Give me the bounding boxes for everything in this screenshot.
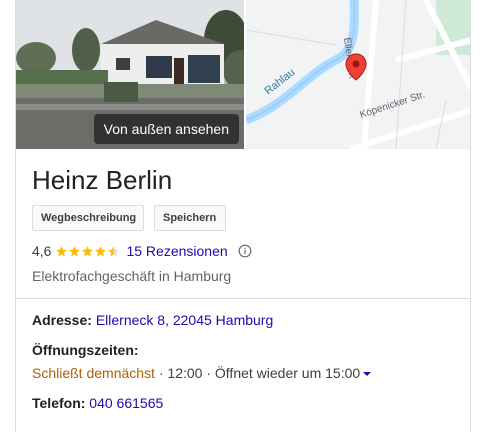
- half-star-icon: [108, 245, 120, 256]
- street-view-photo[interactable]: Von außen ansehen: [16, 0, 244, 149]
- phone-label: Telefon:: [32, 395, 86, 411]
- address-label: Adresse:: [32, 312, 92, 328]
- business-category: Elektrofachgeschäft in Hamburg: [32, 268, 232, 284]
- caret-down-icon: [363, 372, 372, 377]
- divider: [16, 298, 470, 299]
- hours-reopen-text: Öffnet wieder um 15:00: [214, 365, 361, 381]
- address-row: Adresse: Ellerneck 8, 22045 Hamburg: [32, 312, 273, 328]
- star-icon: [95, 245, 107, 256]
- rating-row: 4,6 15 Rezensionen: [32, 241, 252, 261]
- hours-close-time: 12:00: [167, 365, 203, 381]
- address-link[interactable]: Ellerneck 8, 22045 Hamburg: [96, 312, 273, 328]
- directions-button[interactable]: Wegbeschreibung: [32, 205, 144, 231]
- star-icon: [69, 245, 81, 256]
- rating-value: 4,6: [32, 243, 52, 259]
- knowledge-panel: Von außen ansehen Rahlau Köpenicker Str.…: [15, 0, 471, 432]
- business-name: Heinz Berlin: [32, 165, 173, 195]
- star-rating: [55, 245, 120, 258]
- hours-reopen-dropdown[interactable]: Öffnet wieder um 15:00: [214, 365, 372, 381]
- reviews-link[interactable]: 15 Rezensionen: [126, 243, 227, 259]
- hours-row: Schließt demnächst · 12:00 · Öffnet wied…: [32, 365, 372, 381]
- hours-separator: ·: [206, 365, 212, 381]
- phone-link[interactable]: 040 661565: [89, 395, 163, 411]
- view-outside-button[interactable]: Von außen ansehen: [93, 114, 239, 144]
- phone-row: Telefon: 040 661565: [32, 395, 163, 411]
- hours-status: Schließt demnächst: [32, 365, 155, 381]
- info-icon[interactable]: [238, 244, 252, 258]
- map-canvas: Rahlau Ellerneck Köpenicker Str.: [246, 0, 470, 149]
- star-icon: [82, 245, 94, 256]
- hours-separator: ·: [158, 365, 164, 381]
- map-thumbnail[interactable]: Rahlau Ellerneck Köpenicker Str.: [246, 0, 470, 149]
- star-icon: [56, 245, 68, 256]
- hours-label-row: Öffnungszeiten:: [32, 342, 139, 358]
- hours-label: Öffnungszeiten:: [32, 342, 139, 358]
- save-button[interactable]: Speichern: [154, 205, 226, 231]
- media-strip: Von außen ansehen Rahlau Köpenicker Str.: [16, 0, 470, 149]
